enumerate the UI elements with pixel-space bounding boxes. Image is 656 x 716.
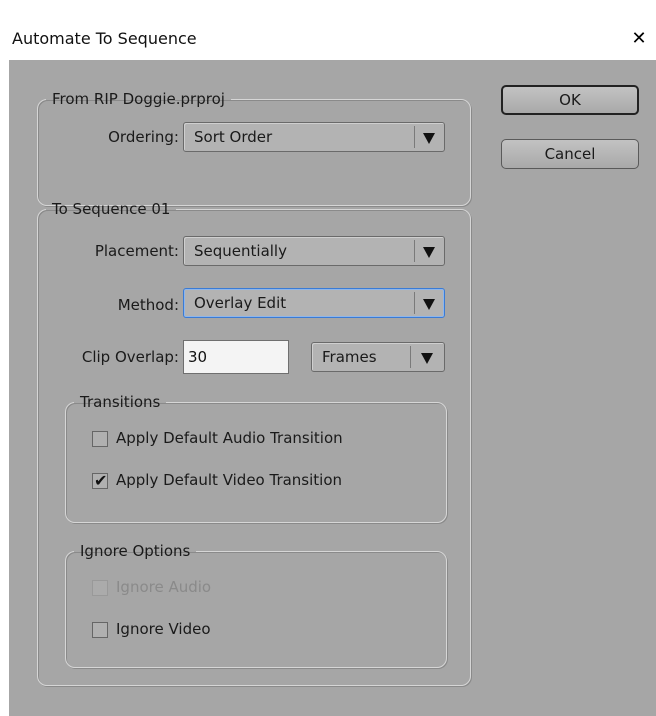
checkbox-box [92, 622, 108, 638]
method-label: Method: [117, 296, 179, 314]
apply-default-video-transition-label: Apply Default Video Transition [116, 471, 343, 489]
clip-overlap-label: Clip Overlap: [81, 348, 179, 366]
checkbox-box: ✔ [92, 471, 108, 490]
method-dropdown[interactable]: Overlay Edit [183, 288, 445, 318]
dropdown-separator [414, 240, 415, 262]
clip-overlap-unit-value: Frames [322, 348, 377, 366]
checkbox-box [92, 580, 108, 596]
ordering-value: Sort Order [194, 128, 273, 146]
ignore-video-checkbox[interactable]: Ignore Video [92, 620, 292, 642]
ok-button[interactable]: OK [501, 85, 639, 115]
ignore-audio-label: Ignore Audio [116, 578, 212, 596]
ignore-options-group: Ignore Options [65, 542, 447, 668]
placement-label: Placement: [94, 242, 179, 260]
checkbox-box [92, 431, 108, 447]
dialog-body: From RIP Doggie.prproj Ordering: Sort Or… [9, 60, 656, 716]
checkmark-icon: ✔ [94, 471, 108, 490]
clip-overlap-input[interactable] [183, 340, 289, 374]
triangle-down-icon [423, 299, 435, 310]
placement-value: Sequentially [194, 242, 287, 260]
ordering-dropdown[interactable]: Sort Order [183, 122, 445, 152]
apply-default-audio-transition-checkbox[interactable]: Apply Default Audio Transition [92, 429, 432, 451]
triangle-down-icon [421, 353, 433, 364]
triangle-down-icon [423, 133, 435, 144]
ignore-video-label: Ignore Video [116, 620, 211, 638]
dropdown-separator [414, 292, 415, 314]
ignore-options-group-legend: Ignore Options [80, 542, 191, 560]
clip-overlap-unit-dropdown[interactable]: Frames [311, 342, 445, 372]
to-sequence-group-legend: To Sequence 01 [52, 200, 171, 218]
dropdown-separator [414, 126, 415, 148]
title-bar[interactable]: Automate To Sequence ✕ [0, 22, 656, 60]
apply-default-audio-transition-label: Apply Default Audio Transition [116, 429, 343, 447]
transitions-group: Transitions [65, 393, 447, 523]
ignore-audio-checkbox[interactable]: Ignore Audio [92, 578, 292, 600]
apply-default-video-transition-checkbox[interactable]: ✔ Apply Default Video Transition [92, 471, 432, 493]
window-title: Automate To Sequence [12, 29, 197, 48]
method-value: Overlay Edit [194, 294, 287, 312]
close-icon[interactable]: ✕ [629, 27, 649, 51]
dropdown-separator [410, 346, 411, 368]
from-group-legend: From RIP Doggie.prproj [52, 90, 225, 108]
transitions-group-legend: Transitions [80, 393, 161, 411]
cancel-button[interactable]: Cancel [501, 139, 639, 169]
automate-to-sequence-dialog: Automate To Sequence ✕ From RIP Doggie.p… [0, 0, 656, 716]
triangle-down-icon [423, 247, 435, 258]
ordering-label: Ordering: [108, 128, 179, 146]
placement-dropdown[interactable]: Sequentially [183, 236, 445, 266]
